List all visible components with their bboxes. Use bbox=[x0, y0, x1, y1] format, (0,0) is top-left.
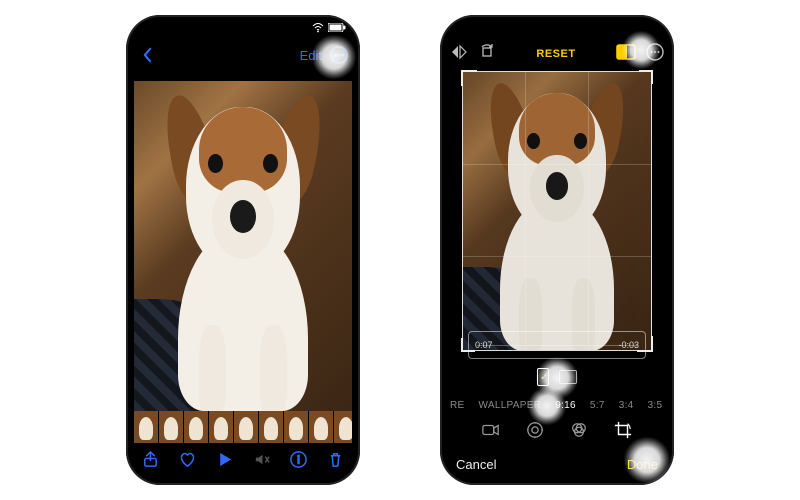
ratio-option[interactable]: 5:7 bbox=[590, 400, 605, 411]
thumbnail[interactable] bbox=[159, 411, 183, 443]
thumbnail[interactable] bbox=[184, 411, 208, 443]
crop-stage[interactable] bbox=[462, 71, 652, 351]
mode-filters[interactable] bbox=[570, 421, 588, 444]
editor-top-nav: RESET bbox=[440, 39, 674, 69]
video-scrubber[interactable]: 0:07 -0:03 bbox=[468, 331, 646, 359]
battery-icon bbox=[328, 23, 346, 35]
flip-button[interactable] bbox=[450, 44, 468, 65]
thumbnail[interactable] bbox=[259, 411, 283, 443]
thumbnail[interactable] bbox=[334, 411, 352, 443]
more-button[interactable] bbox=[328, 44, 350, 66]
mute-button[interactable] bbox=[252, 450, 271, 474]
crop-grid[interactable] bbox=[462, 71, 652, 351]
mode-video[interactable] bbox=[482, 421, 500, 444]
ratio-option[interactable]: WALLPAPER bbox=[479, 400, 542, 411]
more-button[interactable] bbox=[646, 43, 664, 66]
orientation-toggle: ✓ bbox=[440, 365, 674, 389]
ratio-option[interactable]: 3:5 bbox=[648, 400, 663, 411]
ratio-option-selected[interactable]: 9:16 bbox=[555, 400, 576, 411]
thumbnail[interactable] bbox=[134, 411, 158, 443]
mode-crop[interactable] bbox=[614, 421, 632, 444]
favorite-button[interactable] bbox=[178, 450, 197, 474]
status-bar bbox=[126, 21, 360, 37]
viewer-top-nav: Edit bbox=[126, 41, 360, 69]
editor-bottom-bar: Cancel Done bbox=[440, 451, 674, 477]
thumbnail[interactable] bbox=[234, 411, 258, 443]
reset-button[interactable]: RESET bbox=[536, 48, 575, 60]
orientation-portrait[interactable]: ✓ bbox=[537, 368, 549, 386]
viewer-toolbar bbox=[126, 445, 360, 479]
info-button[interactable] bbox=[289, 450, 308, 474]
trash-button[interactable] bbox=[326, 450, 345, 474]
edit-button[interactable]: Edit bbox=[300, 48, 322, 63]
mode-adjust[interactable] bbox=[526, 421, 544, 444]
photo-viewport[interactable] bbox=[134, 81, 352, 411]
ratio-option[interactable]: 3:4 bbox=[619, 400, 634, 411]
phone-viewer: Edit bbox=[126, 15, 360, 485]
thumbnail[interactable] bbox=[284, 411, 308, 443]
aspect-ratio-button[interactable] bbox=[616, 44, 636, 65]
share-button[interactable] bbox=[141, 450, 160, 474]
thumbnail-strip[interactable] bbox=[134, 411, 352, 443]
wifi-icon bbox=[312, 23, 324, 36]
rotate-button[interactable] bbox=[478, 43, 496, 66]
edit-mode-row bbox=[440, 419, 674, 445]
phone-editor: RESET 0:07 -0:03 ✓ bbox=[440, 15, 674, 485]
thumbnail[interactable] bbox=[209, 411, 233, 443]
ratio-option[interactable]: RE bbox=[450, 400, 465, 411]
play-button[interactable] bbox=[215, 450, 234, 474]
done-button[interactable]: Done bbox=[627, 457, 658, 472]
thumbnail[interactable] bbox=[309, 411, 333, 443]
back-button[interactable] bbox=[136, 44, 158, 66]
orientation-landscape[interactable] bbox=[559, 370, 577, 384]
aspect-ratio-row[interactable]: RE WALLPAPER 9:16 5:7 3:4 3:5 bbox=[440, 393, 674, 417]
cancel-button[interactable]: Cancel bbox=[456, 457, 496, 472]
